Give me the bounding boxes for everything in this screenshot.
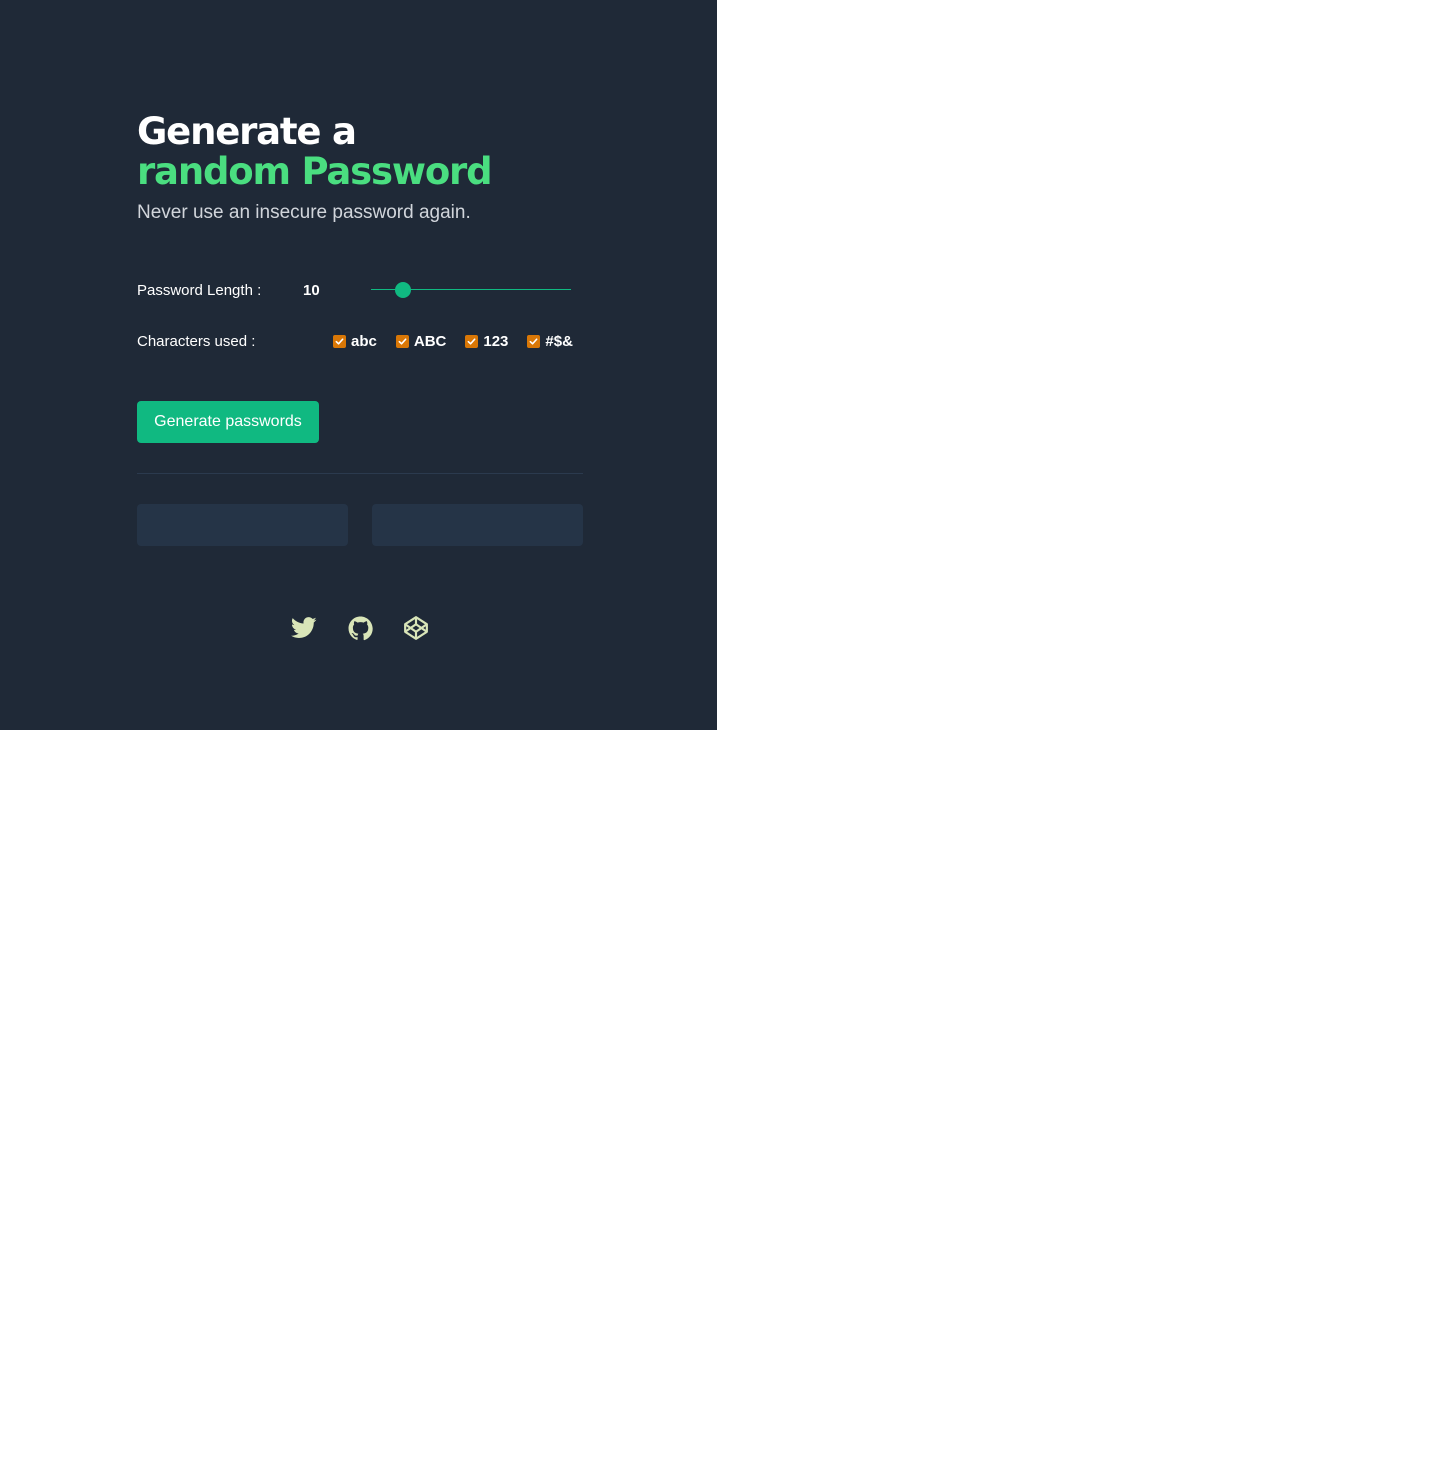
twitter-icon xyxy=(291,617,317,638)
uppercase-checkbox[interactable] xyxy=(395,334,409,348)
numbers-checkbox[interactable] xyxy=(465,334,479,348)
check-icon xyxy=(467,337,476,345)
social-links xyxy=(137,614,583,642)
password-length-row: Password Length : 10 xyxy=(137,278,583,302)
codepen-link[interactable] xyxy=(402,614,430,642)
symbols-checkbox[interactable] xyxy=(527,334,541,348)
characters-used-label: Characters used : xyxy=(137,332,256,350)
lowercase-label: abc xyxy=(351,332,377,350)
lowercase-checkbox[interactable] xyxy=(333,334,346,348)
github-icon xyxy=(348,616,373,640)
check-icon xyxy=(335,337,344,345)
generator-content: Generate a random Password Never use an … xyxy=(137,112,583,640)
option-lowercase[interactable]: abc xyxy=(333,333,377,350)
codepen-icon xyxy=(404,616,428,640)
password-length-value: 10 xyxy=(303,281,320,299)
password-length-label: Password Length : xyxy=(137,281,262,299)
generator-panel: Generate a random Password Never use an … xyxy=(0,0,717,730)
generate-passwords-button[interactable]: Generate passwords xyxy=(137,401,319,443)
title-line-1: Generate a xyxy=(137,110,357,153)
check-icon xyxy=(529,337,538,345)
page-title: Generate a random Password xyxy=(137,112,583,192)
characters-used-row: Characters used : abc ABC 123 #$& xyxy=(137,329,583,353)
character-options: abc ABC 123 #$& xyxy=(333,329,573,353)
option-numbers[interactable]: 123 xyxy=(465,333,508,350)
option-symbols[interactable]: #$& xyxy=(527,333,573,350)
page-subtitle: Never use an insecure password again. xyxy=(137,202,471,223)
slider-thumb[interactable] xyxy=(395,282,411,298)
github-link[interactable] xyxy=(346,614,374,642)
twitter-link[interactable] xyxy=(290,614,318,642)
numbers-label: 123 xyxy=(483,332,509,350)
password-output-2[interactable] xyxy=(372,504,583,546)
option-uppercase[interactable]: ABC xyxy=(395,332,447,350)
divider xyxy=(137,473,583,474)
title-line-2: random Password xyxy=(137,150,493,193)
symbols-label: #$& xyxy=(545,332,573,350)
uppercase-label: ABC xyxy=(413,332,447,350)
password-output-1[interactable] xyxy=(137,504,348,546)
check-icon xyxy=(398,337,407,345)
password-length-slider[interactable] xyxy=(371,281,571,299)
